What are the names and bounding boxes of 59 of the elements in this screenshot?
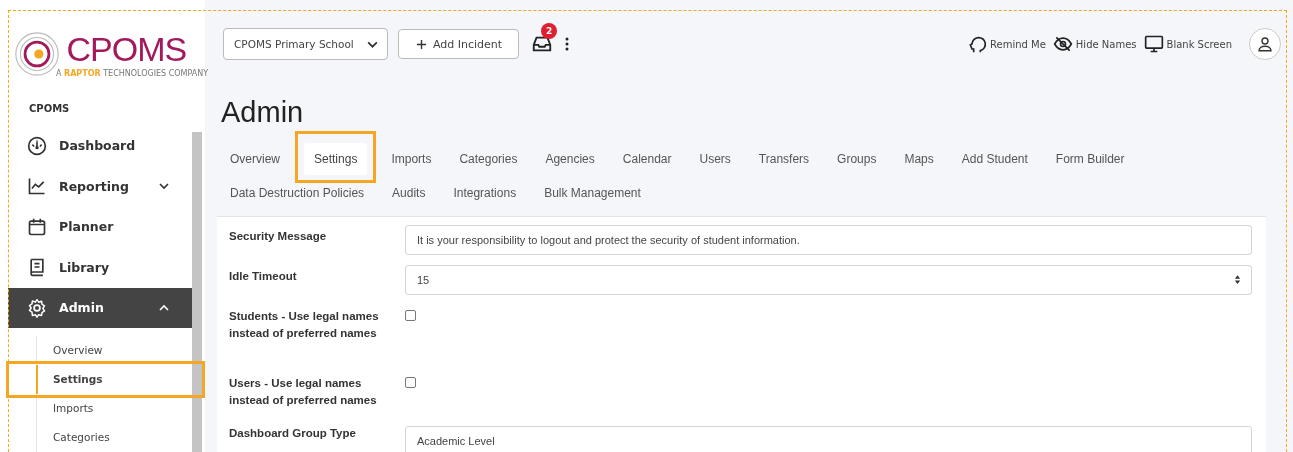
sidebar-item[interactable]: Admin <box>8 287 192 328</box>
tab[interactable]: Integrations <box>443 177 527 209</box>
checkbox[interactable] <box>405 310 416 321</box>
tab[interactable]: Data Destruction Policies <box>220 177 375 209</box>
user-avatar[interactable] <box>1249 28 1281 60</box>
tab[interactable]: Form Builder <box>1045 143 1135 175</box>
field-label: Security Message <box>229 229 328 244</box>
sidebar-subitem[interactable]: Overview <box>36 336 192 365</box>
tab[interactable]: Add Student <box>951 143 1038 175</box>
tab[interactable]: Maps <box>894 143 944 175</box>
person-icon <box>1256 35 1274 53</box>
sidebar-item[interactable]: Reporting <box>0 166 192 207</box>
plus-icon <box>416 38 427 50</box>
scrollbar[interactable] <box>192 131 202 452</box>
checkbox[interactable] <box>405 377 416 388</box>
book-icon <box>27 257 47 278</box>
page-title: Admin <box>221 95 305 130</box>
logo-rings-icon <box>14 31 60 78</box>
tab[interactable]: Agencies <box>535 143 605 175</box>
field-label: Users - Use legal names instead of preferred names <box>229 376 378 408</box>
sidebar-item[interactable]: Dashboard <box>0 125 192 166</box>
sidebar-item[interactable]: Library <box>0 247 192 288</box>
number-field[interactable]: 15 <box>405 265 1252 295</box>
notification-badge: 2 <box>541 23 558 39</box>
tab[interactable]: Users <box>689 143 741 175</box>
tab[interactable]: Categories <box>449 143 528 175</box>
text-field[interactable]: It is your responsibility to logout and protect the security of student information. <box>405 225 1252 255</box>
tab[interactable]: Overview <box>220 143 290 175</box>
head-icon <box>967 34 987 54</box>
eye-slash-icon <box>1052 34 1073 54</box>
settings-icon <box>27 297 47 318</box>
toolbar-action[interactable]: Blank Screen <box>1143 34 1232 54</box>
tab[interactable]: Calendar <box>612 143 682 175</box>
add-incident-button[interactable]: Add Incident <box>398 29 520 59</box>
field-label: Students - Use legal names instead of preferred names <box>229 309 380 341</box>
sidebar-subitem[interactable]: Imports <box>36 394 192 423</box>
calendar-icon <box>27 216 47 237</box>
logo-wordmark: CPOMS <box>66 30 187 69</box>
monitor-icon <box>1143 34 1164 54</box>
tab[interactable]: Imports <box>381 143 442 175</box>
tab[interactable]: Groups <box>827 143 887 175</box>
tab[interactable]: Bulk Management <box>534 177 651 209</box>
toolbar-action[interactable]: Remind Me <box>967 34 1046 54</box>
field-label: Dashboard Group Type <box>229 426 357 441</box>
school-select[interactable]: CPOMS Primary School <box>223 28 388 60</box>
tab[interactable]: Transfers <box>748 143 820 175</box>
spinner-icon <box>1234 274 1241 285</box>
sidebar-subitem[interactable]: Categories <box>36 423 192 452</box>
toolbar-action[interactable]: Hide Names <box>1052 34 1137 54</box>
sidebar-item[interactable]: Planner <box>0 206 192 247</box>
logo-tagline: A RAPTOR TECHNOLOGIES COMPANY <box>56 69 209 79</box>
select-field[interactable]: Academic Level <box>405 426 1252 452</box>
gauge-icon <box>27 135 47 156</box>
tab[interactable]: Audits <box>382 177 436 209</box>
more-icon[interactable] <box>565 37 570 51</box>
line-chart-icon <box>27 176 47 197</box>
sidebar-section-title: CPOMS <box>29 102 71 114</box>
tab[interactable]: Settings <box>304 143 368 175</box>
field-label: Idle Timeout <box>229 269 298 284</box>
